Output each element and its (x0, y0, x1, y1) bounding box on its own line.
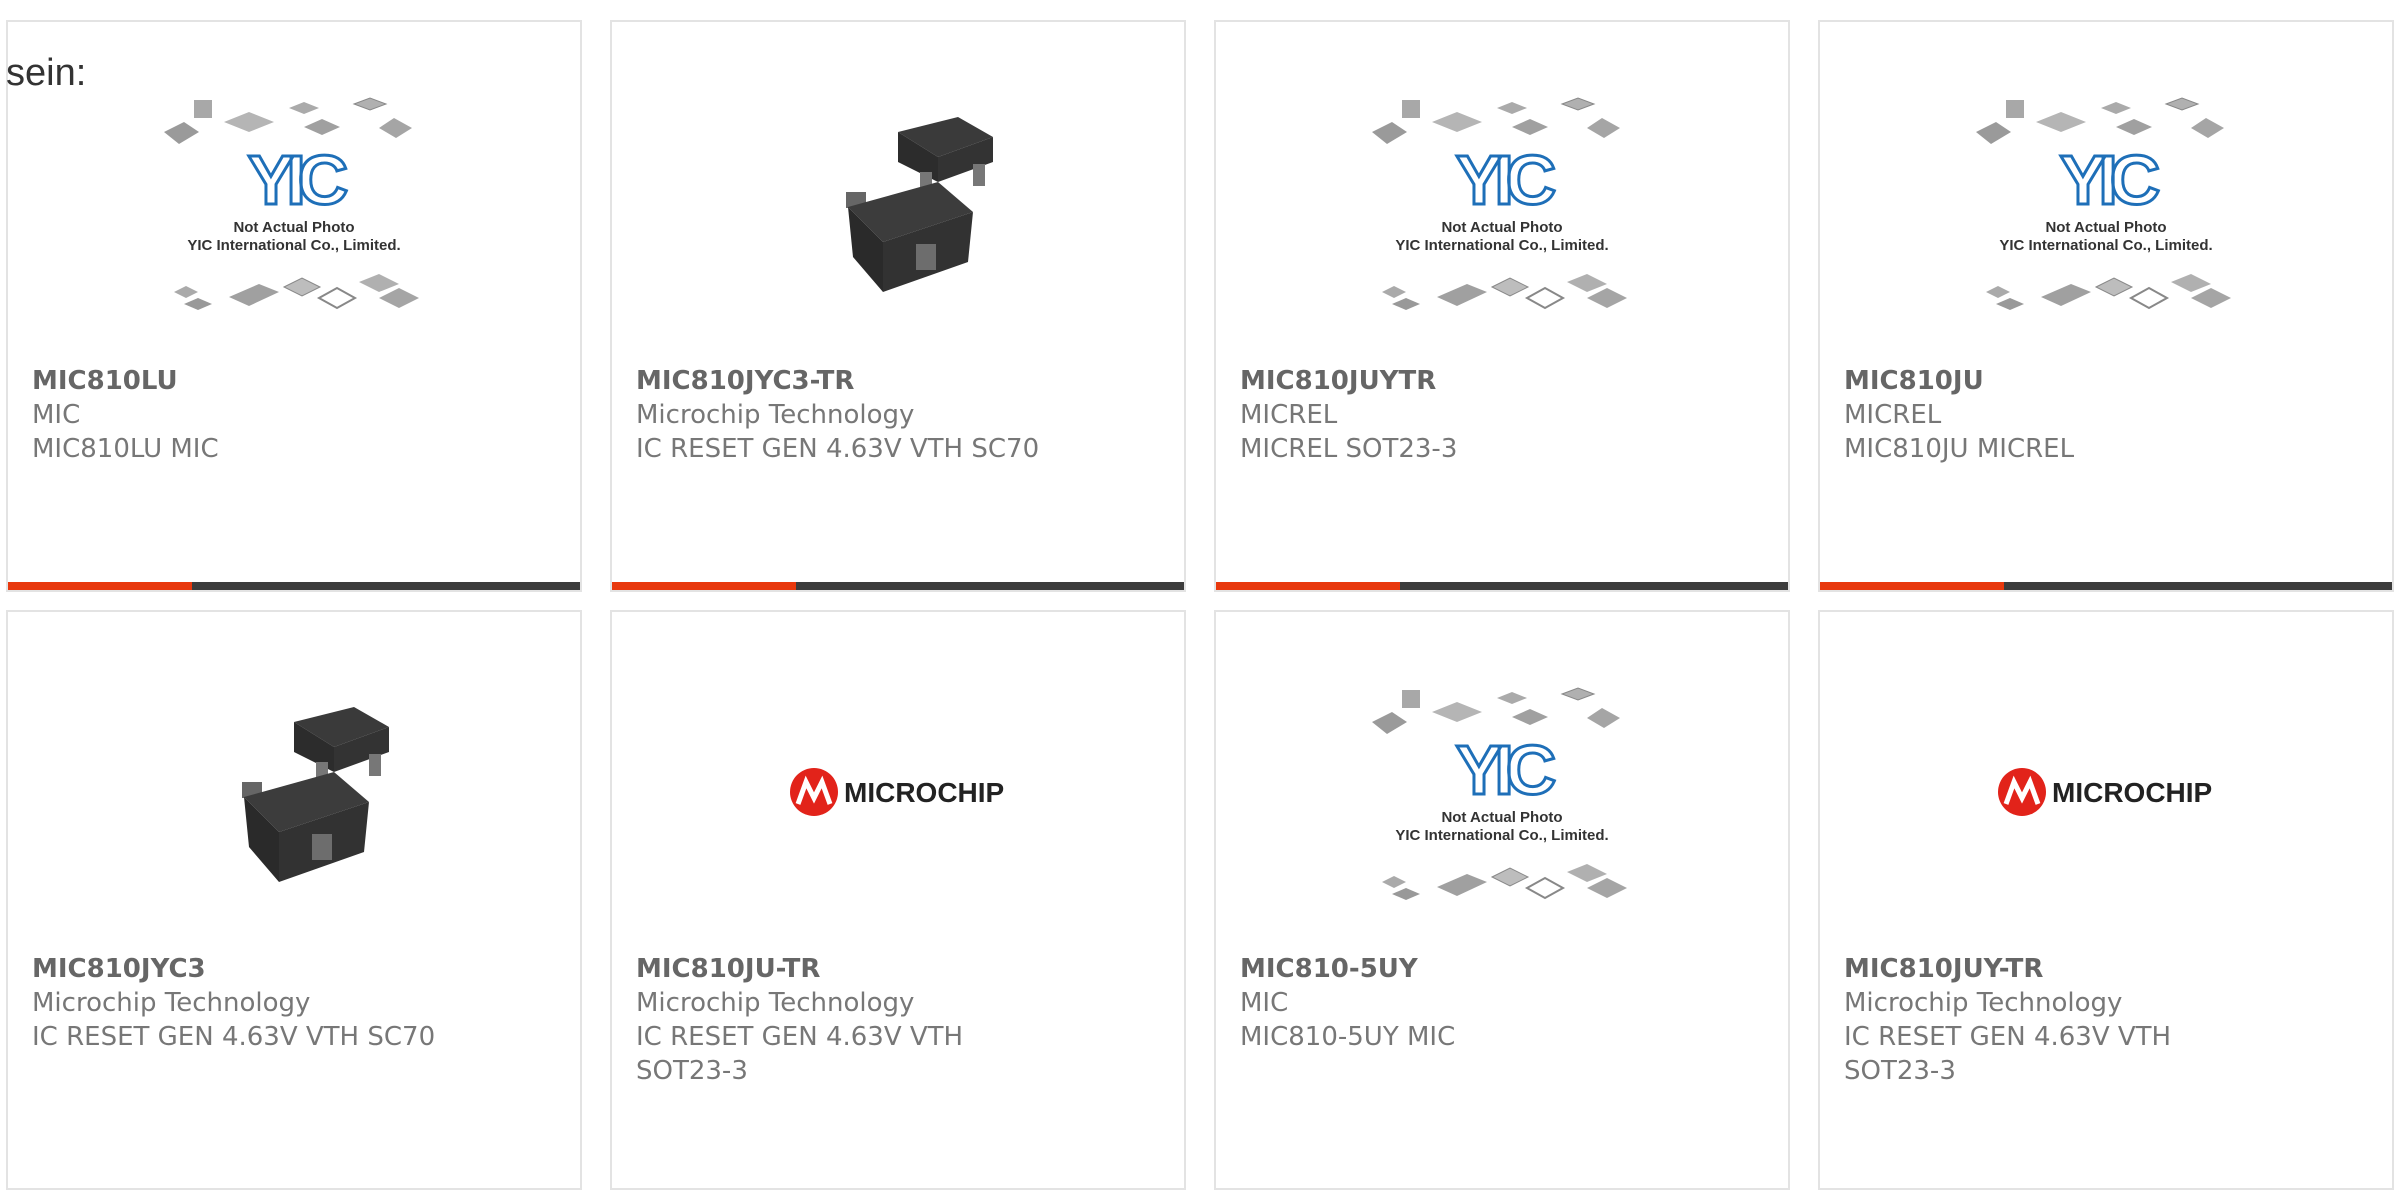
placeholder-line1: Not Actual Photo (1441, 219, 1562, 236)
placeholder-line1: Not Actual Photo (1441, 809, 1562, 826)
placeholder-line2: YIC International Co., Limited. (1395, 827, 1608, 844)
microchip-logo: MICROCHIP (1966, 682, 2246, 902)
product-card[interactable]: MIC810JYC3 Microchip Technology IC RESET… (6, 610, 582, 1190)
microchip-logo: MICROCHIP (758, 682, 1038, 902)
manufacturer: MIC (1240, 988, 1289, 1018)
description: MIC810-5UY MIC (1240, 1022, 1456, 1052)
microchip-logo-text: MICROCHIP (844, 777, 1004, 808)
microchip-logo-icon (1998, 768, 2046, 816)
part-number[interactable]: MIC810LU (32, 364, 462, 398)
card-accent (1216, 582, 1400, 590)
manufacturer: Microchip Technology (32, 988, 311, 1018)
not-actual-photo-image: Not Actual Photo YIC International Co., … (1362, 682, 1642, 902)
microchip-logo-icon (790, 768, 838, 816)
card-bottom-bar (1820, 582, 2392, 590)
product-card[interactable]: Not Actual Photo YIC International Co., … (1818, 20, 2394, 592)
part-number[interactable]: MIC810JU-TR (636, 952, 1066, 986)
part-number[interactable]: MIC810JYC3 (32, 952, 462, 986)
not-actual-photo-image: Not Actual Photo YIC International Co., … (1966, 92, 2246, 312)
card-accent (1820, 582, 2004, 590)
manufacturer: Microchip Technology (1844, 988, 2123, 1018)
card-bottom-bar (1216, 582, 1788, 590)
microchip-logo-text: MICROCHIP (2052, 777, 2212, 808)
not-actual-photo-image: Not Actual Photo YIC International Co., … (154, 92, 434, 312)
card-bottom-bar (612, 582, 1184, 590)
description: MIC810LU MIC (32, 434, 219, 464)
intro-text: sein: (6, 52, 87, 94)
part-number[interactable]: MIC810JUY-TR (1844, 952, 2274, 986)
not-actual-photo-image: Not Actual Photo YIC International Co., … (1362, 92, 1642, 312)
product-card[interactable]: Not Actual Photo YIC International Co., … (6, 20, 582, 592)
manufacturer: MICREL (1240, 400, 1338, 430)
product-card[interactable]: MICROCHIP MIC810JUY-TR Microchip Technol… (1818, 610, 2394, 1190)
description: IC RESET GEN 4.63V VTH SC70 (32, 1022, 436, 1052)
product-card[interactable]: MIC810JYC3-TR Microchip Technology IC RE… (610, 20, 1186, 592)
description: MIC810JU MICREL (1844, 434, 2075, 464)
placeholder-line2: YIC International Co., Limited. (1395, 237, 1608, 254)
card-accent (8, 582, 192, 590)
product-card[interactable]: Not Actual Photo YIC International Co., … (1214, 610, 1790, 1190)
package-photo (154, 682, 434, 902)
manufacturer: Microchip Technology (636, 988, 915, 1018)
manufacturer: MIC (32, 400, 81, 430)
part-number[interactable]: MIC810JYC3-TR (636, 364, 1066, 398)
manufacturer: MICREL (1844, 400, 1942, 430)
placeholder-line2: YIC International Co., Limited. (1999, 237, 2212, 254)
placeholder-line1: Not Actual Photo (2045, 219, 2166, 236)
part-number[interactable]: MIC810-5UY (1240, 952, 1670, 986)
placeholder-line2: YIC International Co., Limited. (187, 237, 400, 254)
part-number[interactable]: MIC810JU (1844, 364, 2274, 398)
product-card[interactable]: Not Actual Photo YIC International Co., … (1214, 20, 1790, 592)
description: IC RESET GEN 4.63V VTH SOT23-3 (1844, 1022, 2172, 1086)
manufacturer: Microchip Technology (636, 400, 915, 430)
description: IC RESET GEN 4.63V VTH SOT23-3 (636, 1022, 964, 1086)
card-accent (612, 582, 796, 590)
description: MICREL SOT23-3 (1240, 434, 1458, 464)
product-card[interactable]: MICROCHIP MIC810JU-TR Microchip Technolo… (610, 610, 1186, 1190)
placeholder-line1: Not Actual Photo (233, 219, 354, 236)
description: IC RESET GEN 4.63V VTH SC70 (636, 434, 1040, 464)
package-photo (758, 92, 1038, 312)
part-number[interactable]: MIC810JUYTR (1240, 364, 1670, 398)
card-bottom-bar (8, 582, 580, 590)
